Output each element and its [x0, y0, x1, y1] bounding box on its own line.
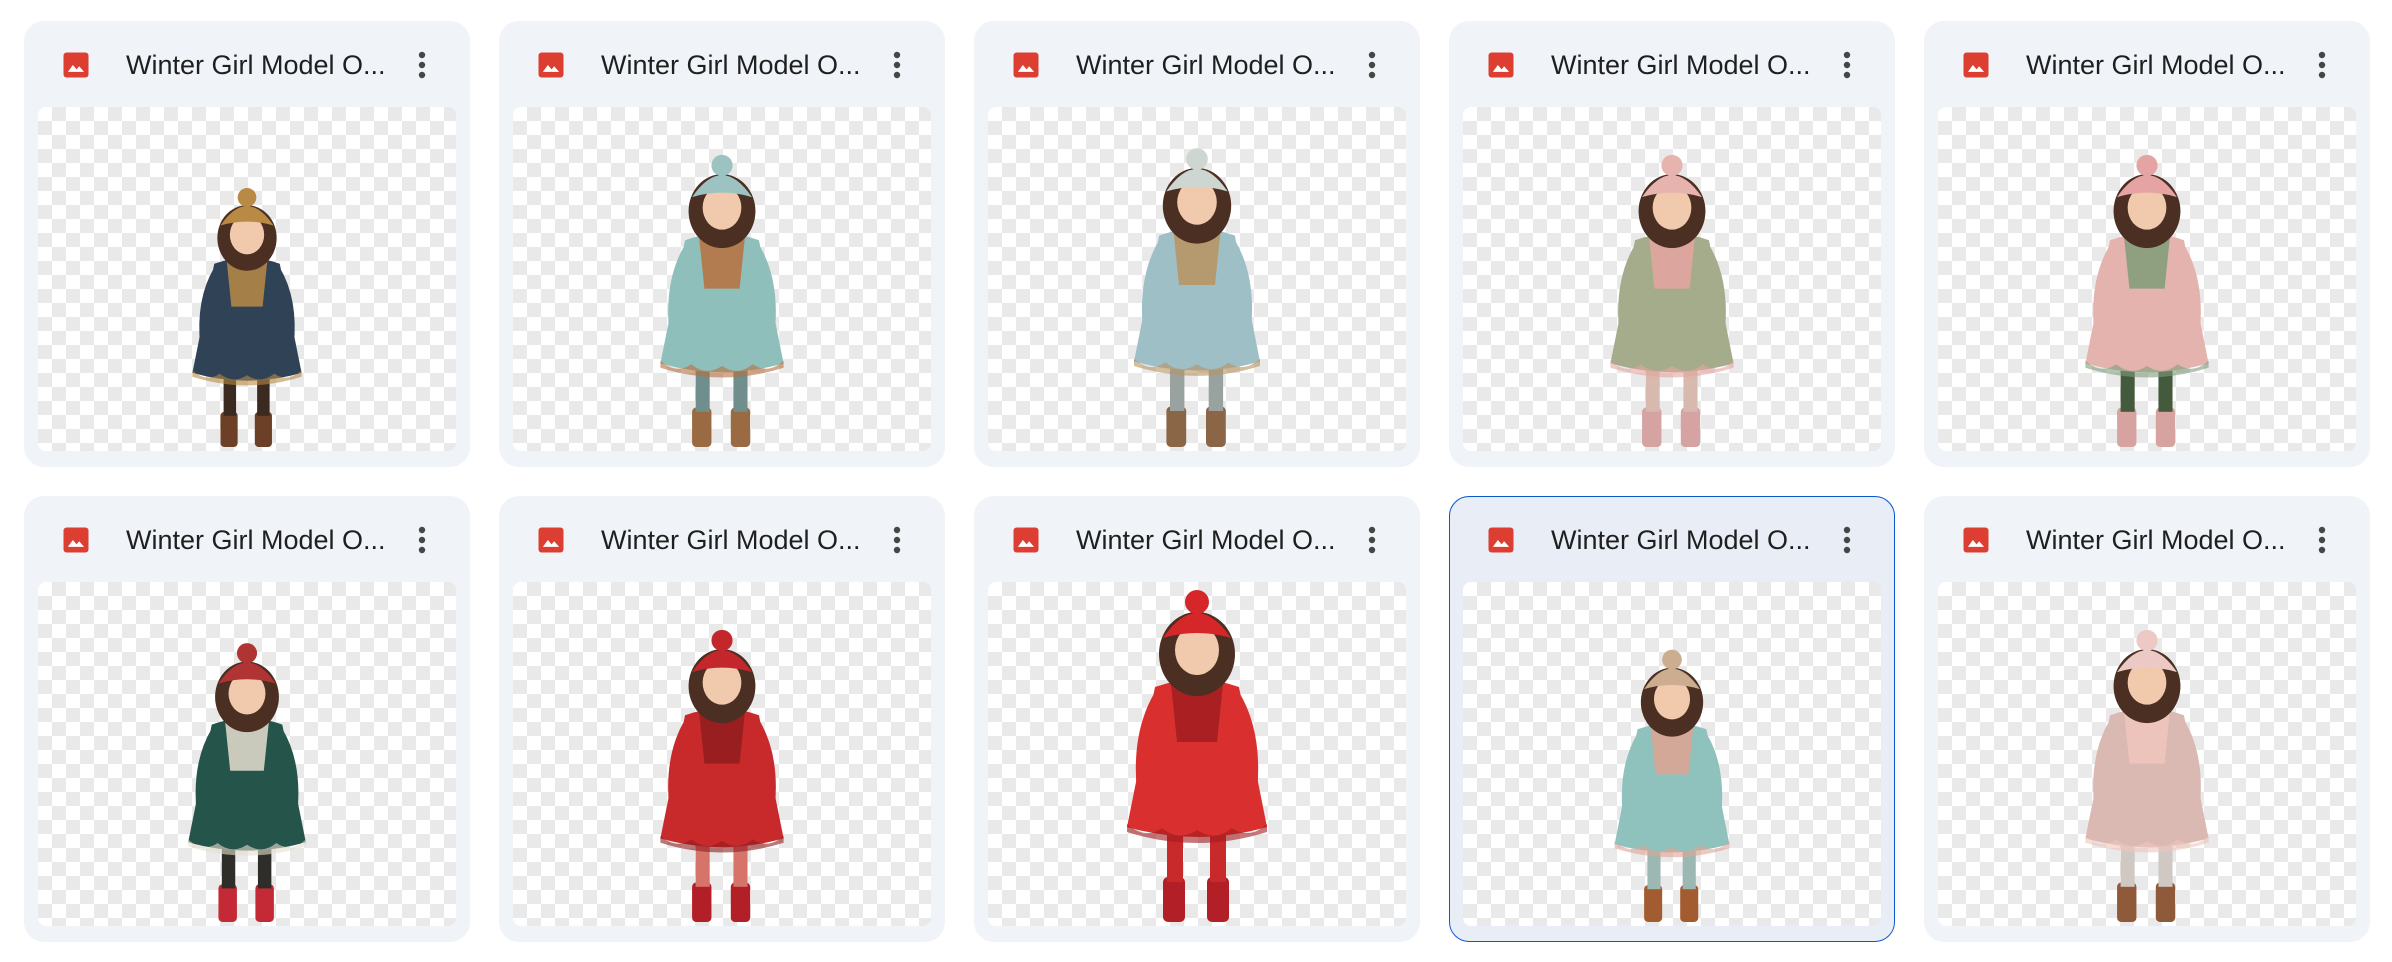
girl-figure-illustration	[188, 643, 306, 922]
file-thumbnail[interactable]	[988, 107, 1406, 451]
image-file-icon	[61, 50, 91, 80]
more-vert-icon[interactable]	[2299, 517, 2345, 563]
file-card-header: Winter Girl Model O...	[1450, 22, 1894, 107]
file-card-header: Winter Girl Model O...	[975, 497, 1419, 582]
file-card-header: Winter Girl Model O...	[500, 497, 944, 582]
more-vert-icon[interactable]	[874, 42, 920, 88]
more-vert-icon[interactable]	[399, 42, 445, 88]
girl-figure-illustration	[192, 188, 302, 447]
file-title: Winter Girl Model O...	[1551, 525, 1811, 555]
more-vert-icon[interactable]	[1824, 42, 1870, 88]
image-file-icon	[1486, 50, 1516, 80]
file-title: Winter Girl Model O...	[1551, 50, 1811, 80]
file-thumbnail[interactable]	[1463, 107, 1881, 451]
file-card[interactable]: Winter Girl Model O...	[974, 21, 1420, 467]
file-thumbnail[interactable]	[38, 582, 456, 926]
file-title: Winter Girl Model O...	[126, 50, 386, 80]
more-vert-icon[interactable]	[874, 517, 920, 563]
file-card[interactable]: Winter Girl Model O...	[499, 496, 945, 942]
more-vert-icon[interactable]	[1349, 517, 1395, 563]
file-title: Winter Girl Model O...	[601, 50, 861, 80]
file-thumbnail[interactable]	[1938, 582, 2356, 926]
image-file-icon	[536, 525, 566, 555]
image-file-icon	[1961, 50, 1991, 80]
file-card-header: Winter Girl Model O...	[1450, 497, 1894, 582]
girl-figure-illustration	[1134, 148, 1260, 447]
file-title: Winter Girl Model O...	[2026, 525, 2286, 555]
file-card-header: Winter Girl Model O...	[25, 497, 469, 582]
file-card[interactable]: Winter Girl Model O...	[1449, 21, 1895, 467]
more-vert-icon[interactable]	[399, 517, 445, 563]
girl-figure-illustration	[2085, 154, 2209, 447]
file-card-header: Winter Girl Model O...	[975, 22, 1419, 107]
file-title: Winter Girl Model O...	[126, 525, 386, 555]
file-grid: Winter Girl Model O... Winter Girl Model…	[24, 21, 2370, 942]
file-card[interactable]: Winter Girl Model O...	[974, 496, 1420, 942]
file-thumbnail[interactable]	[38, 107, 456, 451]
file-card-header: Winter Girl Model O...	[1925, 22, 2369, 107]
file-thumbnail[interactable]	[1938, 107, 2356, 451]
file-thumbnail[interactable]	[513, 582, 931, 926]
girl-figure-illustration	[2085, 629, 2209, 922]
image-file-icon	[536, 50, 566, 80]
file-card-header: Winter Girl Model O...	[500, 22, 944, 107]
image-file-icon	[1961, 525, 1991, 555]
more-vert-icon[interactable]	[2299, 42, 2345, 88]
image-file-icon	[1011, 525, 1041, 555]
image-file-icon	[61, 525, 91, 555]
image-file-icon	[1011, 50, 1041, 80]
more-vert-icon[interactable]	[1824, 517, 1870, 563]
file-title: Winter Girl Model O...	[1076, 50, 1336, 80]
file-card[interactable]: Winter Girl Model O...	[1449, 496, 1895, 942]
girl-figure-illustration	[1127, 590, 1267, 922]
file-thumbnail[interactable]	[513, 107, 931, 451]
file-title: Winter Girl Model O...	[1076, 525, 1336, 555]
girl-figure-illustration	[660, 629, 784, 922]
file-card[interactable]: Winter Girl Model O...	[1924, 496, 2370, 942]
file-thumbnail[interactable]	[988, 582, 1406, 926]
file-card[interactable]: Winter Girl Model O...	[24, 21, 470, 467]
file-card[interactable]: Winter Girl Model O...	[1924, 21, 2370, 467]
image-file-icon	[1486, 525, 1516, 555]
file-title: Winter Girl Model O...	[601, 525, 861, 555]
girl-figure-illustration	[1610, 154, 1734, 447]
girl-figure-illustration	[660, 154, 784, 447]
file-card-header: Winter Girl Model O...	[1925, 497, 2369, 582]
file-card[interactable]: Winter Girl Model O...	[24, 496, 470, 942]
file-title: Winter Girl Model O...	[2026, 50, 2286, 80]
file-card-header: Winter Girl Model O...	[25, 22, 469, 107]
file-card[interactable]: Winter Girl Model O...	[499, 21, 945, 467]
more-vert-icon[interactable]	[1349, 42, 1395, 88]
girl-figure-illustration	[1614, 649, 1730, 922]
file-thumbnail[interactable]	[1463, 582, 1881, 926]
